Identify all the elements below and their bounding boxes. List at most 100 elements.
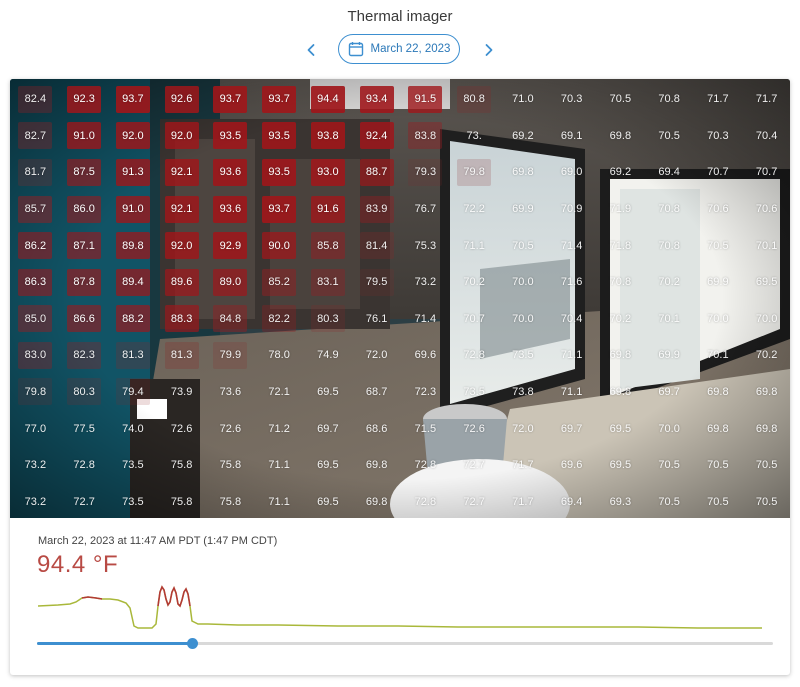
thermal-cell[interactable]: 71.8 <box>603 232 637 259</box>
thermal-cell[interactable]: 89.0 <box>213 268 248 296</box>
thermal-cell[interactable]: 70.8 <box>603 269 637 296</box>
thermal-cell[interactable]: 92.9 <box>213 232 248 260</box>
thermal-cell[interactable]: 90.0 <box>262 232 297 260</box>
thermal-cell[interactable]: 79.5 <box>359 268 394 296</box>
thermal-cell[interactable]: 71.7 <box>750 86 784 113</box>
thermal-cell[interactable]: 73.5 <box>116 452 150 479</box>
thermal-cell[interactable]: 93.6 <box>213 195 248 223</box>
thermal-cell[interactable]: 83.8 <box>408 122 443 150</box>
thermal-cell[interactable]: 69.8 <box>701 415 735 442</box>
thermal-cell[interactable]: 71.1 <box>555 342 589 369</box>
thermal-cell[interactable]: 72.7 <box>457 452 491 479</box>
thermal-cell[interactable]: 73.5 <box>506 342 540 369</box>
thermal-cell[interactable]: 69.7 <box>652 378 686 405</box>
thermal-cell[interactable]: 69.2 <box>603 159 637 186</box>
thermal-cell[interactable]: 85.7 <box>18 195 53 223</box>
thermal-cell[interactable]: 88.3 <box>164 305 199 333</box>
thermal-cell[interactable]: 69.7 <box>555 415 589 442</box>
thermal-cell[interactable]: 87.1 <box>67 232 102 260</box>
thermal-cell[interactable]: 70.8 <box>652 232 686 259</box>
thermal-cell[interactable]: 83.1 <box>310 268 345 296</box>
thermal-cell[interactable]: 72.3 <box>408 378 442 405</box>
thermal-cell[interactable]: 73.2 <box>408 269 442 296</box>
timeline-slider[interactable] <box>37 635 773 653</box>
thermal-cell[interactable]: 70.5 <box>603 86 637 113</box>
thermal-cell[interactable]: 72.6 <box>165 415 199 442</box>
thermal-cell[interactable]: 72.8 <box>408 488 442 515</box>
thermal-cell[interactable]: 72.0 <box>506 415 540 442</box>
thermal-cell[interactable]: 94.4 <box>310 85 345 113</box>
thermal-cell[interactable]: 93.7 <box>262 195 297 223</box>
thermal-cell[interactable]: 91.0 <box>67 122 102 150</box>
thermal-cell[interactable]: 81.3 <box>115 341 150 369</box>
thermal-cell[interactable]: 69.7 <box>311 415 345 442</box>
thermal-cell[interactable]: 83.0 <box>18 341 53 369</box>
thermal-cell[interactable]: 73.9 <box>165 378 199 405</box>
thermal-cell[interactable]: 93.4 <box>359 85 394 113</box>
thermal-cell[interactable]: 70.4 <box>555 305 589 332</box>
thermal-cell[interactable]: 75.3 <box>408 232 442 259</box>
thermal-cell[interactable]: 83.9 <box>359 195 394 223</box>
thermal-cell[interactable]: 81.3 <box>164 341 199 369</box>
thermal-cell[interactable]: 81.4 <box>359 232 394 260</box>
thermal-cell[interactable]: 69.0 <box>555 159 589 186</box>
thermal-cell[interactable]: 93.5 <box>262 158 297 186</box>
thermal-cell[interactable]: 80.3 <box>310 305 345 333</box>
next-date-button[interactable] <box>477 38 501 62</box>
thermal-cell[interactable]: 72.8 <box>67 452 101 479</box>
thermal-cell[interactable]: 72.6 <box>213 415 247 442</box>
thermal-cell[interactable]: 93.5 <box>213 122 248 150</box>
thermal-cell[interactable]: 87.8 <box>67 268 102 296</box>
thermal-cell[interactable]: 80.3 <box>67 378 102 406</box>
thermal-cell[interactable]: 70.1 <box>750 232 784 259</box>
thermal-cell[interactable]: 93.7 <box>115 85 150 113</box>
thermal-cell[interactable]: 70.2 <box>603 305 637 332</box>
thermal-cell[interactable]: 78.0 <box>262 342 296 369</box>
date-picker-button[interactable]: March 22, 2023 <box>338 34 460 64</box>
thermal-cell[interactable]: 76.7 <box>408 196 442 223</box>
thermal-cell[interactable]: 82.2 <box>262 305 297 333</box>
thermal-cell[interactable]: 69.8 <box>701 378 735 405</box>
thermal-cell[interactable]: 93.7 <box>213 85 248 113</box>
thermal-cell[interactable]: 69.8 <box>603 378 637 405</box>
thermal-cell[interactable]: 71.1 <box>262 488 296 515</box>
thermal-cell[interactable]: 72.8 <box>457 342 491 369</box>
thermal-cell[interactable]: 68.6 <box>360 415 394 442</box>
prev-date-button[interactable] <box>299 38 323 62</box>
thermal-cell[interactable]: 70.0 <box>652 415 686 442</box>
thermal-cell[interactable]: 69.8 <box>750 378 784 405</box>
thermal-cell[interactable]: 70.5 <box>506 232 540 259</box>
thermal-cell[interactable]: 73.2 <box>18 488 52 515</box>
thermal-cell[interactable]: 71.1 <box>457 232 491 259</box>
thermal-cell[interactable]: 92.4 <box>359 122 394 150</box>
thermal-cell[interactable]: 70.8 <box>652 86 686 113</box>
thermal-cell[interactable]: 70.5 <box>652 452 686 479</box>
thermal-cell[interactable]: 76.1 <box>360 305 394 332</box>
thermal-cell[interactable]: 68.7 <box>360 378 394 405</box>
thermal-cell[interactable]: 88.2 <box>115 305 150 333</box>
thermal-cell[interactable]: 71.7 <box>506 488 540 515</box>
thermal-cell[interactable]: 86.2 <box>18 232 53 260</box>
thermal-cell[interactable]: 89.4 <box>115 268 150 296</box>
thermal-cell[interactable]: 91.5 <box>408 85 443 113</box>
thermal-cell[interactable]: 93.8 <box>310 122 345 150</box>
thermal-cell[interactable]: 70.7 <box>701 159 735 186</box>
thermal-cell[interactable]: 71.1 <box>555 378 589 405</box>
thermal-cell[interactable]: 92.1 <box>164 158 199 186</box>
thermal-cell[interactable]: 72.2 <box>457 196 491 223</box>
thermal-cell[interactable]: 79.9 <box>213 341 248 369</box>
thermal-cell[interactable]: 91.6 <box>310 195 345 223</box>
thermal-cell[interactable]: 82.3 <box>67 341 102 369</box>
thermal-cell[interactable]: 82.4 <box>18 85 53 113</box>
thermal-cell[interactable]: 74.0 <box>116 415 150 442</box>
thermal-cell[interactable]: 70.0 <box>506 305 540 332</box>
thermal-cell[interactable]: 73.5 <box>116 488 150 515</box>
thermal-cell[interactable]: 69.5 <box>603 452 637 479</box>
thermal-cell[interactable]: 70.0 <box>750 305 784 332</box>
thermal-cell[interactable]: 92.3 <box>67 85 102 113</box>
thermal-cell[interactable]: 92.0 <box>164 232 199 260</box>
thermal-cell[interactable]: 84.8 <box>213 305 248 333</box>
thermal-cell[interactable]: 71.1 <box>262 452 296 479</box>
thermal-cell[interactable]: 70.4 <box>750 122 784 149</box>
thermal-cell[interactable]: 69.8 <box>603 122 637 149</box>
